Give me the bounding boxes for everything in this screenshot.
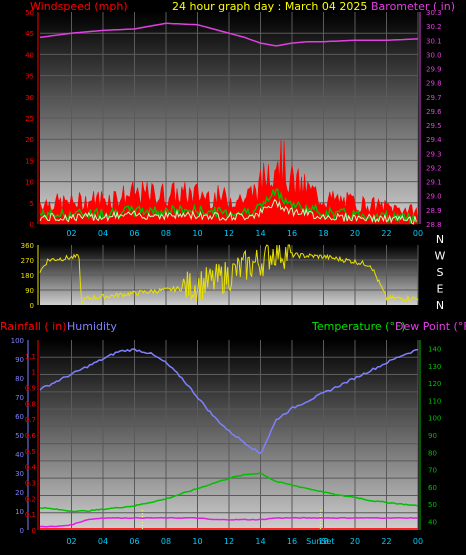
- rain-tick-label: 0.6: [25, 432, 37, 440]
- direction-tick-label: 0: [30, 302, 34, 310]
- wind-x-tick-10: 10: [192, 229, 202, 238]
- humidity-tick-label: 60: [15, 413, 24, 421]
- temp-x-tick-12: 12: [224, 537, 234, 546]
- wind-tick-label: 0: [30, 221, 34, 229]
- humidity-tick-label: 80: [15, 375, 24, 383]
- wind-tick-label: 30: [25, 94, 34, 102]
- humidity-tick-label: 20: [15, 489, 24, 497]
- baro-tick-label: 29.9: [426, 66, 442, 74]
- baro-tick-label: 30.2: [426, 23, 442, 31]
- baro-tick-label: 30.0: [426, 51, 442, 59]
- direction-letter-N: N: [436, 233, 444, 246]
- temp-tick-label: 50: [428, 501, 437, 509]
- temp-tick-label: 130: [428, 363, 441, 371]
- wind-tick-label: 5: [30, 200, 34, 208]
- temp-x-tick-02: 02: [66, 537, 76, 546]
- temp-tick-label: 120: [428, 380, 441, 388]
- temp-tick-label: 140: [428, 346, 441, 354]
- rain-tick-label: 0.7: [25, 416, 36, 424]
- rain-tick-label: 0.4: [25, 464, 37, 472]
- wind-tick-label: 40: [25, 51, 34, 59]
- chart-canvas: 0510152025303540455028.828.929.029.129.2…: [11, 9, 446, 546]
- baro-tick-label: 29.2: [426, 164, 442, 172]
- direction-tick-label: 270: [21, 257, 34, 265]
- baro-tick-label: 30.3: [426, 9, 442, 17]
- wind-x-tick-12: 12: [224, 229, 234, 238]
- wind-x-tick-20: 20: [350, 229, 360, 238]
- wind-x-tick-02: 02: [66, 229, 76, 238]
- weather-graph: Windspeed (mph) 24 hour graph day : Marc…: [0, 0, 466, 555]
- temp-x-tick-00: 00: [413, 537, 423, 546]
- baro-tick-label: 29.1: [426, 179, 442, 187]
- humidity-tick-label: 100: [11, 337, 24, 345]
- temp-x-tick-20: 20: [350, 537, 360, 546]
- wind-tick-label: 50: [25, 9, 34, 17]
- humidity-tick-label: 10: [15, 508, 24, 516]
- wind-x-tick-04: 04: [98, 229, 108, 238]
- temp-tick-label: 70: [428, 467, 437, 475]
- direction-tick-label: 180: [21, 272, 34, 280]
- temp-x-tick-16: 16: [287, 537, 297, 546]
- rain-tick-label: 1: [32, 369, 36, 377]
- baro-tick-label: 28.8: [426, 221, 442, 229]
- rain-tick-label: 0.2: [25, 495, 36, 503]
- direction-tick-label: 360: [21, 242, 34, 250]
- direction-letter-N: N: [436, 299, 444, 312]
- temp-x-tick-14: 14: [255, 537, 265, 546]
- direction-tick-label: 90: [25, 287, 34, 295]
- wind-tick-label: 25: [25, 115, 34, 123]
- temp-tick-label: 90: [428, 432, 437, 440]
- humidity-tick-label: 70: [15, 394, 24, 402]
- wind-tick-label: 20: [25, 136, 34, 144]
- wind-x-tick-06: 06: [129, 229, 139, 238]
- temp-x-tick-10: 10: [192, 537, 202, 546]
- baro-tick-label: 30.1: [426, 37, 442, 45]
- humidity-tick-label: 30: [15, 470, 24, 478]
- baro-tick-label: 29.0: [426, 193, 442, 201]
- rain-tick-label: 1.1: [25, 353, 36, 361]
- temp-tick-label: 110: [428, 397, 441, 405]
- baro-tick-label: 29.3: [426, 150, 442, 158]
- wind-x-tick-08: 08: [161, 229, 171, 238]
- wind-x-tick-22: 22: [381, 229, 391, 238]
- temp-tick-label: 60: [428, 484, 437, 492]
- wind-x-tick-00: 00: [413, 229, 423, 238]
- baro-tick-label: 29.5: [426, 122, 442, 130]
- direction-letter-W: W: [435, 250, 446, 263]
- wind-x-tick-16: 16: [287, 229, 297, 238]
- wind-tick-label: 15: [25, 157, 34, 165]
- humidity-tick-label: 40: [15, 451, 24, 459]
- temp-x-tick-22: 22: [381, 537, 391, 546]
- sunset-label: SunSet: [306, 537, 334, 546]
- rain-tick-label: 0.9: [25, 385, 36, 393]
- rain-tick-label: 0.1: [25, 511, 36, 519]
- baro-tick-label: 29.7: [426, 94, 442, 102]
- humidity-tick-label: 50: [15, 432, 24, 440]
- temp-tick-label: 40: [428, 518, 437, 526]
- humidity-tick-label: 0: [20, 527, 24, 535]
- temp-tick-label: 80: [428, 449, 437, 457]
- temp-x-tick-08: 08: [161, 537, 171, 546]
- baro-tick-label: 28.9: [426, 207, 442, 215]
- wind-x-tick-14: 14: [255, 229, 265, 238]
- wind-x-tick-18: 18: [318, 229, 328, 238]
- direction-letter-S: S: [437, 266, 444, 279]
- temp-x-tick-04: 04: [98, 537, 108, 546]
- rain-tick-label: 0.8: [25, 400, 36, 408]
- temp-tick-label: 100: [428, 415, 441, 423]
- temp-x-tick-06: 06: [129, 537, 139, 546]
- wind-tick-label: 10: [25, 179, 34, 187]
- rain-tick-label: 0.5: [25, 448, 36, 456]
- baro-tick-label: 29.6: [426, 108, 442, 116]
- baro-tick-label: 29.4: [426, 136, 442, 144]
- humidity-tick-label: 90: [15, 356, 24, 364]
- direction-letter-E: E: [437, 283, 444, 296]
- wind-tick-label: 45: [25, 30, 34, 38]
- baro-tick-label: 29.8: [426, 80, 442, 88]
- rain-tick-label: 0: [32, 527, 36, 535]
- wind-tick-label: 35: [25, 73, 34, 81]
- rain-tick-label: 0.3: [25, 480, 36, 488]
